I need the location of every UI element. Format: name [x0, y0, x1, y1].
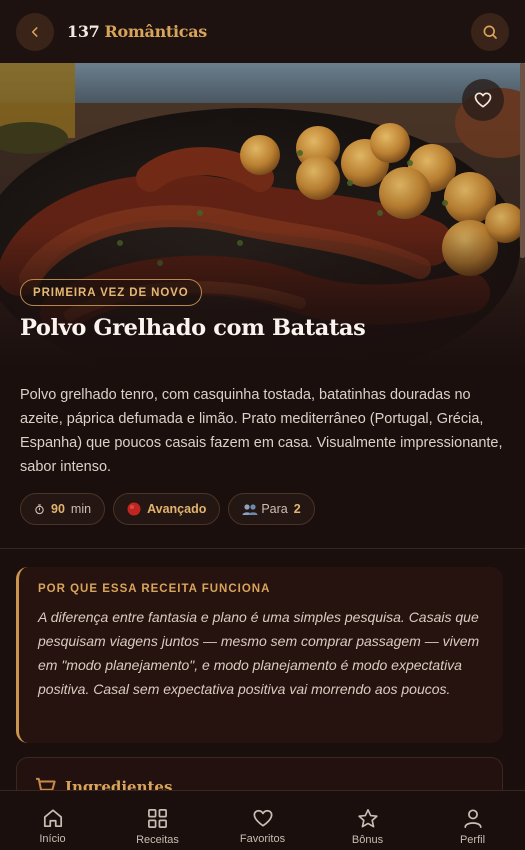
star-icon	[357, 809, 378, 828]
difficulty-chip: Avançado	[113, 493, 221, 525]
why-title: POR QUE ESSA RECEITA FUNCIONA	[38, 583, 271, 595]
recipe-category-badge: PRIMEIRA VEZ DE NOVO	[20, 279, 202, 306]
time-value: 90	[51, 502, 65, 516]
top-bar: 137 Românticas	[0, 0, 525, 63]
nav-item-favoritos[interactable]: Favoritos	[210, 791, 315, 850]
favorite-button[interactable]	[462, 79, 504, 121]
search-icon	[483, 25, 497, 39]
why-text: A diferença entre fantasia e plano é uma…	[38, 609, 480, 697]
red-dot-icon	[127, 502, 141, 516]
recipe-hero: PRIMEIRA VEZ DE NOVO Polvo Grelhado com …	[0, 63, 525, 368]
nav-label: Início	[39, 833, 66, 845]
scrollbar[interactable]	[520, 63, 525, 258]
nav-label: Receitas	[136, 834, 179, 846]
recipe-title: Polvo Grelhado com Batatas	[20, 315, 366, 341]
grid-icon	[148, 809, 167, 828]
time-unit: min	[70, 502, 92, 516]
app-title: 137 Românticas	[67, 22, 207, 41]
search-button[interactable]	[471, 12, 509, 51]
servings-value: 2	[293, 502, 301, 516]
back-button[interactable]	[16, 12, 54, 51]
recipe-count: 137	[67, 22, 100, 41]
why-it-works-card: POR QUE ESSA RECEITA FUNCIONA A diferenç…	[16, 567, 503, 743]
time-chip: 90 min	[20, 493, 106, 525]
nav-item-bonus[interactable]: Bônus	[315, 791, 420, 850]
nav-label: Perfil	[459, 834, 486, 846]
nav-label: Bônus	[351, 834, 384, 846]
heart-icon	[474, 92, 492, 108]
nav-item-receitas[interactable]: Receitas	[105, 791, 210, 850]
recipe-description: Polvo grelhado tenro, com casquinha tost…	[20, 387, 503, 475]
difficulty-value: Avançado	[147, 502, 207, 516]
servings-prefix: Para	[261, 502, 288, 516]
section-divider	[0, 548, 525, 549]
home-icon	[43, 809, 62, 828]
heart-icon	[253, 809, 272, 827]
chevron-left-icon	[31, 26, 38, 37]
nav-item-inicio[interactable]: Início	[0, 791, 105, 850]
user-icon	[463, 809, 482, 828]
servings-chip: Para 2	[228, 493, 315, 525]
bottom-nav: Início Receitas Favoritos Bônus Perfil	[0, 790, 525, 850]
recipe-meta-chips: 90 min Avançado Para 2	[20, 493, 315, 525]
timer-icon	[34, 503, 45, 515]
nav-item-perfil[interactable]: Perfil	[420, 791, 525, 850]
brand-word: Românticas	[104, 22, 208, 41]
people-icon	[242, 503, 258, 516]
nav-label: Favoritos	[239, 833, 286, 845]
